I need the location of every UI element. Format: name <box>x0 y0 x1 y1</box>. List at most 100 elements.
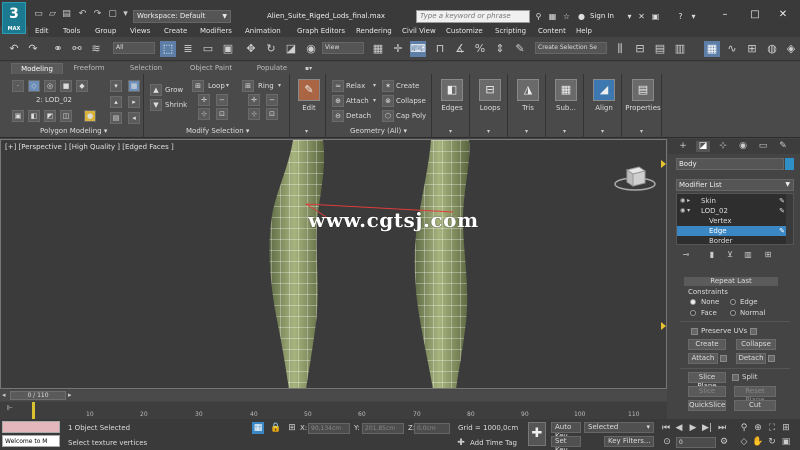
set-key-mode-icon[interactable]: ✚ <box>528 422 546 446</box>
go-to-end-icon[interactable]: ⏭ <box>716 422 728 434</box>
pan-icon[interactable]: ✋ <box>752 436 764 448</box>
edges-button[interactable]: ◧ Edges <box>434 76 470 124</box>
next-frame-icon[interactable]: ▶| <box>701 422 713 434</box>
current-frame-marker[interactable] <box>32 402 35 419</box>
attach-settings-icon[interactable] <box>720 355 727 362</box>
ring-grow-icon[interactable]: ✛ <box>248 94 260 106</box>
selection-lock-icon[interactable]: 🔒 <box>270 422 282 434</box>
mirror-icon[interactable]: ⫼ <box>612 41 628 57</box>
track-bar[interactable]: ⊩ 10 20 30 40 50 60 70 80 90 100 110 <box>0 402 667 419</box>
tris-dropdown-icon[interactable]: ▾ <box>525 128 528 135</box>
cut-button[interactable]: Cut <box>734 400 776 411</box>
time-tag-icon[interactable]: ✚ <box>455 437 467 449</box>
stack-item-border[interactable]: Border <box>677 236 787 246</box>
curve-editor-icon[interactable]: ∿ <box>724 41 740 57</box>
modifier-list-dropdown[interactable]: Modifier List ▼ <box>676 179 794 191</box>
named-selection-dropdown[interactable]: Create Selection Se <box>535 42 607 54</box>
set-key-button[interactable]: Set Key <box>551 436 581 450</box>
configure-sets-icon[interactable]: ⊞ <box>762 249 774 261</box>
toggle-scene-explorer-icon[interactable]: ▤ <box>652 41 668 57</box>
angle-snap-icon[interactable]: ∡ <box>452 41 468 57</box>
create-tab-icon[interactable]: + <box>676 141 690 152</box>
detach-icon[interactable]: ⊖ <box>332 110 344 122</box>
perspective-viewport[interactable]: [+] [Perspective ] [High Quality ] [Edge… <box>0 139 667 389</box>
select-by-name-icon[interactable]: ≣ <box>180 41 196 57</box>
toggle-layer-explorer-icon[interactable]: ▥ <box>672 41 688 57</box>
vertex-subobject-icon[interactable]: · <box>12 80 24 92</box>
cap-poly-icon[interactable]: ⬡ <box>382 110 394 122</box>
align-dropdown-icon[interactable]: ▾ <box>601 128 604 135</box>
project-folder-icon[interactable]: ▢ <box>107 9 118 20</box>
properties-dropdown-icon[interactable]: ▾ <box>640 128 643 135</box>
slice-button[interactable]: Slice <box>688 386 726 397</box>
orbit-icon[interactable]: ↻ <box>766 436 778 448</box>
modify-selection-dropdown[interactable]: Modify Selection ▾ <box>186 127 249 135</box>
attach-button[interactable]: Attach <box>346 97 369 105</box>
undo-icon[interactable]: ↶ <box>6 41 22 57</box>
percent-snap-icon[interactable]: % <box>472 41 488 57</box>
repeat-last-button[interactable]: Repeat Last <box>684 277 778 286</box>
preview-icon[interactable]: ◧ <box>28 110 40 122</box>
object-name-field[interactable]: Body <box>676 158 784 170</box>
collapse-icon[interactable]: ⊗ <box>382 95 394 107</box>
collapse-button[interactable]: Collapse <box>736 339 776 350</box>
ring-dropdown-icon[interactable]: ▾ <box>278 82 281 89</box>
auto-key-button[interactable]: Auto Key <box>551 422 581 440</box>
loop-dot-icon[interactable]: ⊡ <box>216 108 228 120</box>
edit-named-selection-icon[interactable]: ✎ <box>512 41 528 57</box>
zoom-all-icon[interactable]: ⊕ <box>752 422 764 434</box>
maximize-viewport-icon[interactable]: ▣ <box>780 436 792 448</box>
split-checkbox[interactable] <box>732 374 739 381</box>
element-subobject-icon[interactable]: ◆ <box>76 80 88 92</box>
align-button[interactable]: ◢ Align <box>586 76 622 124</box>
stack-scrollbar[interactable] <box>786 194 793 244</box>
app-logo[interactable]: 3 MAX <box>2 2 26 34</box>
loop-mode-icon[interactable]: ⊞ <box>192 80 204 92</box>
selected-dropdown[interactable]: Selected ▾ <box>584 422 654 433</box>
edges-dropdown-icon[interactable]: ▾ <box>449 128 452 135</box>
help-icon[interactable]: ? <box>675 11 686 22</box>
loop-grow-icon[interactable]: ✛ <box>198 94 210 106</box>
display-tab-icon[interactable]: ▭ <box>756 141 770 152</box>
slice-plane-button[interactable]: Slice Plane <box>688 372 726 390</box>
viewport-label[interactable]: [+] [Perspective ] [High Quality ] [Edge… <box>5 143 174 151</box>
remove-modifier-icon[interactable]: ▥ <box>742 249 754 261</box>
shrink-icon[interactable]: ▼ <box>150 99 162 111</box>
edge-subobject-icon[interactable]: ◇ <box>28 80 40 92</box>
zoom-icon[interactable]: ⚲ <box>738 422 750 434</box>
attach-button[interactable]: Attach <box>688 353 718 364</box>
utilities-tab-icon[interactable]: ✎ <box>776 141 790 152</box>
exchange-apps-icon[interactable]: ✕ <box>636 11 647 22</box>
shaded-face-toggle-icon[interactable]: ● <box>84 110 96 122</box>
signin-dropdown-icon[interactable]: ▾ <box>624 11 635 22</box>
time-slider-thumb[interactable]: 0 / 110 <box>10 391 66 400</box>
star-icon[interactable]: ☆ <box>561 11 572 22</box>
ring-mode-icon[interactable]: ⊞ <box>242 80 254 92</box>
sign-in-button[interactable]: Sign In <box>590 12 614 20</box>
preserve-uvs-settings-icon[interactable] <box>750 328 757 335</box>
time-next-icon[interactable]: ▸ <box>68 391 72 399</box>
toggle-command-mode-icon[interactable]: ▦ <box>128 80 140 92</box>
pivot-center-icon[interactable]: ▦ <box>370 41 386 57</box>
menu-edit[interactable]: Edit <box>35 27 49 35</box>
object-color-swatch[interactable] <box>785 158 794 170</box>
make-unique-icon[interactable]: ⊻ <box>724 249 736 261</box>
cap-poly-button[interactable]: Cap Poly <box>396 112 426 120</box>
add-time-tag[interactable]: Add Time Tag <box>470 439 517 447</box>
relax-button[interactable]: Relax <box>346 82 365 90</box>
constraint-edge-radio[interactable] <box>730 299 736 305</box>
undo-icon[interactable]: ↶ <box>77 9 88 20</box>
z-coord-field[interactable]: 0,0cm <box>414 423 450 434</box>
binoculars-icon[interactable]: ⚲ <box>533 11 544 22</box>
menu-views[interactable]: Views <box>130 27 150 35</box>
stack-item-vertex[interactable]: Vertex <box>677 216 787 226</box>
constraint-normal-radio[interactable] <box>730 310 736 316</box>
tris-button[interactable]: ◮ Tris <box>510 76 546 124</box>
reset-plane-button[interactable]: Reset Plane <box>734 386 776 404</box>
menu-help[interactable]: Help <box>576 27 592 35</box>
cart-icon[interactable]: ▣ <box>650 11 661 22</box>
align-icon[interactable]: ⊟ <box>632 41 648 57</box>
properties-button[interactable]: ▤ Properties <box>624 76 662 124</box>
menu-customize[interactable]: Customize <box>446 27 483 35</box>
stack-item-skin[interactable]: ◉ ▸ Skin ✎ <box>677 196 787 206</box>
